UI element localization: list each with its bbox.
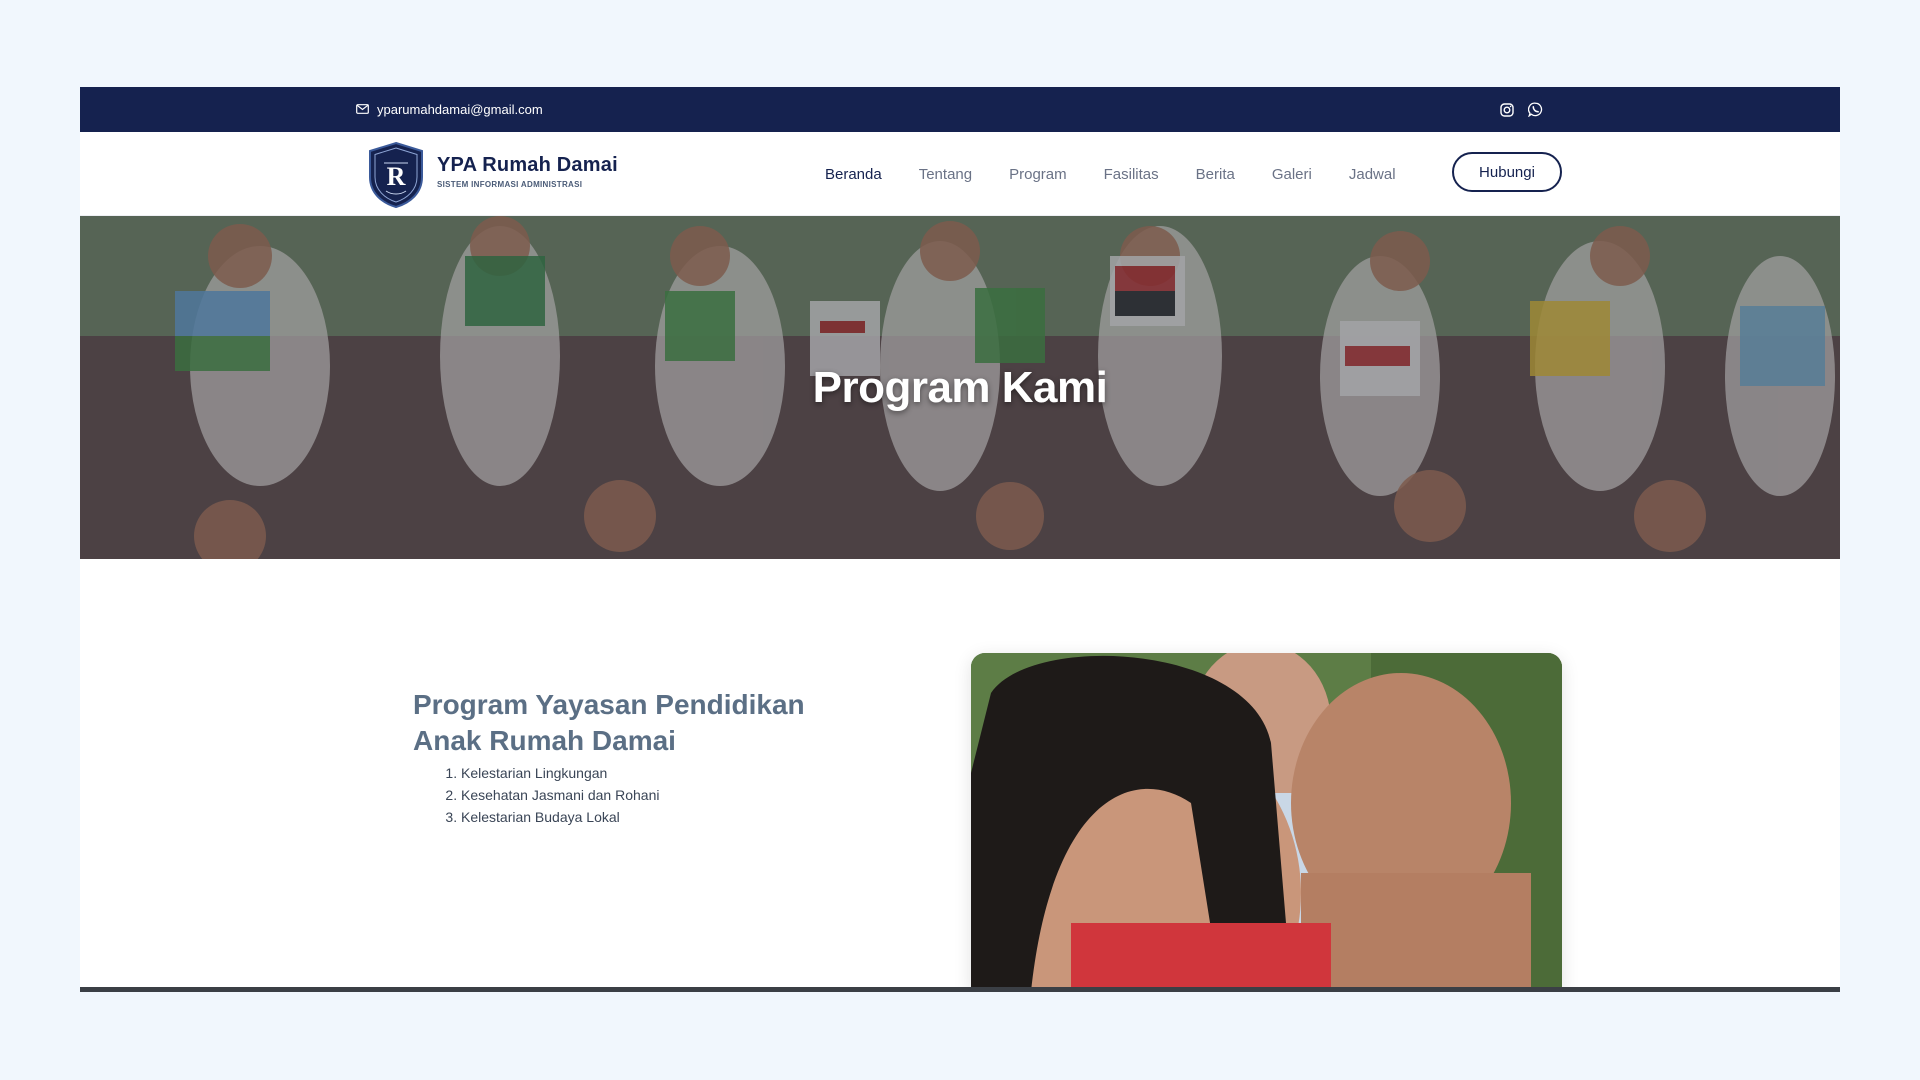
nav-item-program[interactable]: Program: [1009, 166, 1067, 183]
bottom-divider: [80, 987, 1840, 992]
contact-email[interactable]: yparumahdamai@gmail.com: [356, 87, 543, 132]
nav-item-fasilitas[interactable]: Fasilitas: [1104, 166, 1159, 183]
hero-title: Program Kami: [812, 362, 1108, 412]
social-links: [1500, 87, 1543, 132]
nav-item-jadwal[interactable]: Jadwal: [1349, 166, 1396, 183]
top-contact-bar: yparumahdamai@gmail.com: [80, 87, 1840, 132]
email-text: yparumahdamai@gmail.com: [377, 102, 543, 117]
nav-item-berita[interactable]: Berita: [1196, 166, 1235, 183]
program-list: Kelestarian Lingkungan Kesehatan Jasmani…: [441, 762, 659, 828]
instagram-icon[interactable]: [1500, 102, 1514, 117]
list-item: Kelestarian Budaya Lokal: [461, 806, 659, 828]
hero-banner: Program Kami: [80, 216, 1840, 559]
svg-text:R: R: [387, 162, 406, 191]
main-navbar: R YPA Rumah Damai SISTEM INFORMASI ADMIN…: [80, 132, 1840, 216]
ypa-logo[interactable]: R: [366, 141, 426, 209]
whatsapp-icon[interactable]: [1528, 102, 1543, 117]
mail-icon: [356, 102, 369, 117]
section-heading: Program Yayasan Pendidikan Anak Rumah Da…: [413, 689, 805, 756]
list-item: Kelestarian Lingkungan: [461, 762, 659, 784]
list-item: Kesehatan Jasmani dan Rohani: [461, 784, 659, 806]
program-photo: [971, 653, 1562, 992]
brand-block[interactable]: YPA Rumah Damai SISTEM INFORMASI ADMINIS…: [437, 154, 618, 189]
browser-page: yparumahdamai@gmail.com R YPA Rumah Dama…: [80, 87, 1840, 992]
nav-item-galeri[interactable]: Galeri: [1272, 166, 1312, 183]
brand-tagline: SISTEM INFORMASI ADMINISTRASI: [437, 180, 583, 189]
program-section: Program Yayasan Pendidikan Anak Rumah Da…: [80, 559, 1840, 992]
brand-name: YPA Rumah Damai: [437, 154, 618, 176]
nav-item-beranda[interactable]: Beranda: [825, 166, 882, 183]
contact-button[interactable]: Hubungi: [1452, 152, 1562, 192]
nav-menu: Beranda Tentang Program Fasilitas Berita…: [825, 132, 1433, 216]
nav-item-tentang[interactable]: Tentang: [919, 166, 972, 183]
